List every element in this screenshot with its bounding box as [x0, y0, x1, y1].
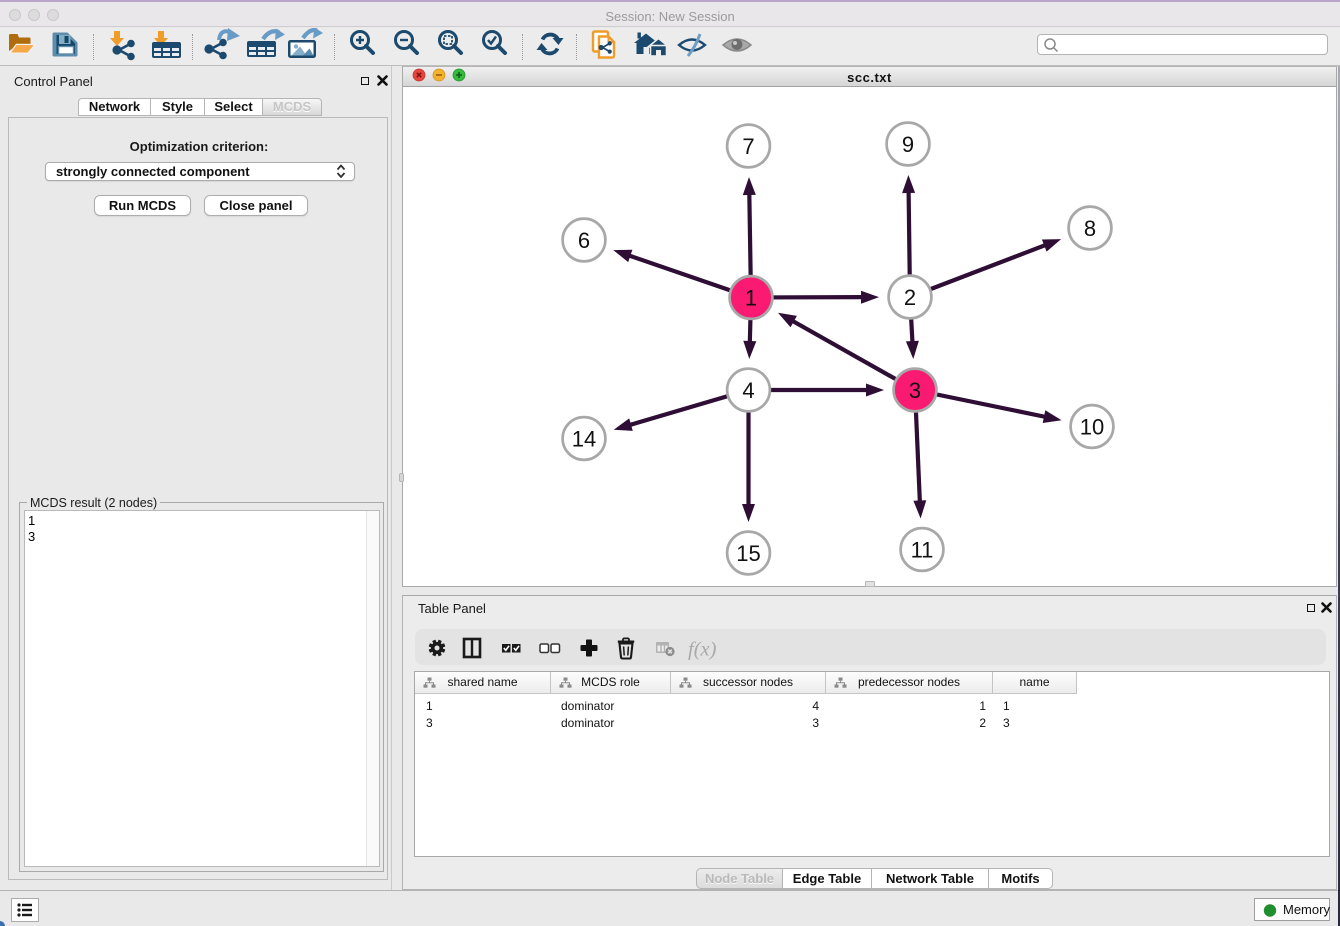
svg-text:6: 6	[578, 228, 590, 253]
svg-text:1: 1	[745, 285, 757, 310]
svg-text:10: 10	[1080, 414, 1104, 439]
svg-text:3: 3	[909, 378, 921, 403]
svg-text:11: 11	[911, 537, 934, 562]
svg-text:14: 14	[572, 426, 596, 451]
svg-text:8: 8	[1084, 216, 1096, 241]
svg-text:15: 15	[736, 541, 760, 566]
svg-text:7: 7	[742, 134, 754, 159]
svg-text:2: 2	[904, 285, 916, 310]
svg-text:4: 4	[742, 378, 754, 403]
svg-text:f(x): f(x)	[688, 639, 717, 661]
svg-text:9: 9	[902, 132, 914, 157]
